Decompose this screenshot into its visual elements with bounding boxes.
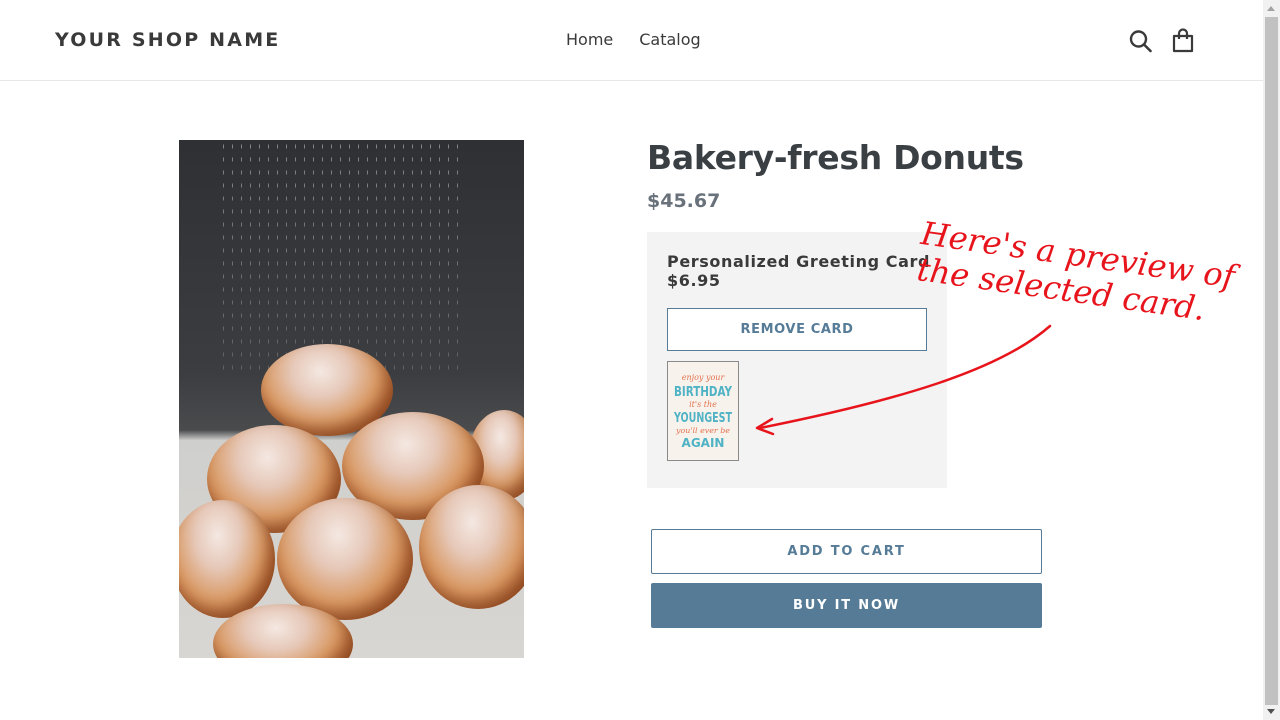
product-page: YOUR SHOP NAME Home Catalog Bakery-fresh… [0, 0, 1263, 720]
page-scrollbar[interactable] [1263, 0, 1280, 720]
scroll-down-arrow-icon[interactable] [1263, 703, 1280, 720]
scroll-up-arrow-icon[interactable] [1263, 0, 1280, 17]
scroll-thumb[interactable] [1265, 17, 1278, 705]
annotation-arrow [755, 324, 1052, 436]
